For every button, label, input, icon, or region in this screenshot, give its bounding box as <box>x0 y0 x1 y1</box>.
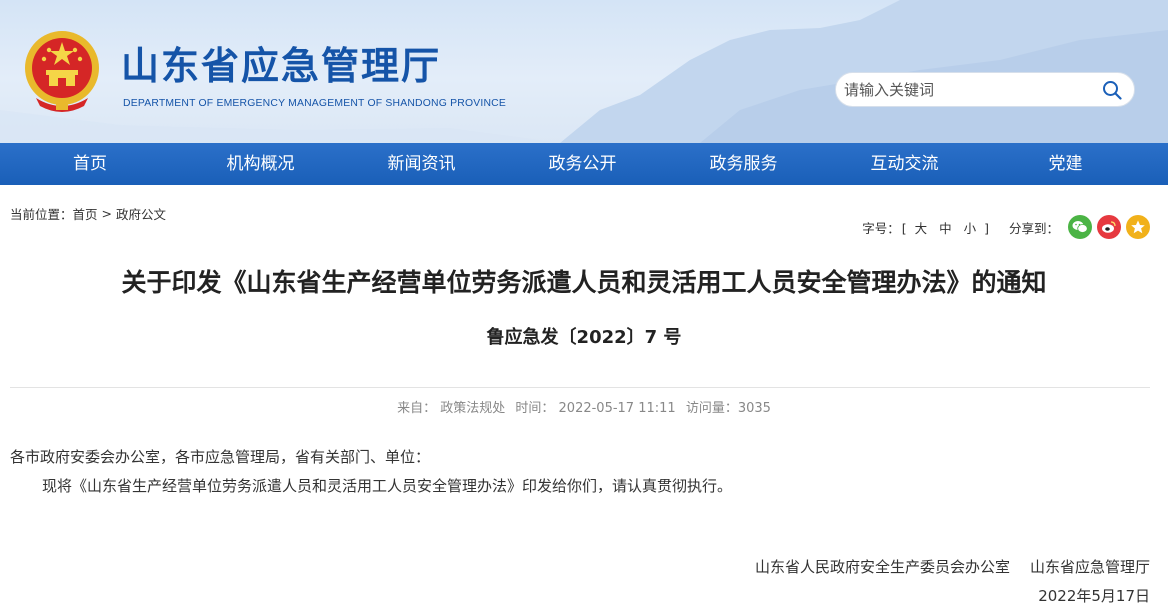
nav-item-organization[interactable]: 机构概况 <box>180 143 341 185</box>
font-size-large-button[interactable]: 大 <box>915 221 928 236</box>
meta-time-label: 时间： <box>515 401 555 416</box>
meta-source-label: 来自： <box>397 401 437 416</box>
font-size-small-button[interactable]: 小 <box>964 221 977 236</box>
signature-org-1: 山东省人民政府安全生产委员会办公室 <box>754 558 1010 576</box>
font-size-open-bracket: [ <box>901 220 907 236</box>
breadcrumb-separator: > <box>101 206 113 221</box>
font-size-medium-button[interactable]: 中 <box>939 221 952 236</box>
font-size-label: 字号： <box>862 220 900 236</box>
document-number: 鲁应急发〔2022〕7 号 <box>486 327 682 348</box>
signature-org-2: 山东省应急管理厅 <box>1029 558 1150 576</box>
wechat-share-icon[interactable] <box>1068 215 1092 239</box>
nav-item-interaction[interactable]: 互动交流 <box>824 143 985 185</box>
signature-date: 2022年5月17日 <box>1038 587 1150 605</box>
national-emblem-icon <box>25 31 99 112</box>
search-box <box>835 72 1135 107</box>
nav-item-party-building[interactable]: 党建 <box>985 143 1146 185</box>
weibo-share-icon[interactable] <box>1097 215 1121 239</box>
article-salutation: 各市政府安委会办公室，各市应急管理局，省有关部门、单位： <box>10 448 431 466</box>
divider <box>10 387 1150 388</box>
article-body: 各市政府安委会办公室，各市应急管理局，省有关部门、单位： 现将《山东省生产经营单… <box>10 443 1150 501</box>
nav-item-government-services[interactable]: 政务服务 <box>663 143 824 185</box>
nav-item-news[interactable]: 新闻资讯 <box>341 143 502 185</box>
breadcrumb-home-link[interactable]: 首页 <box>73 204 98 223</box>
meta-source: 政策法规处 <box>440 401 506 416</box>
search-input[interactable] <box>844 77 1094 103</box>
article-paragraph: 现将《山东省生产经营单位劳务派遣人员和灵活用工人员安全管理办法》印发给你们，请认… <box>42 477 733 495</box>
main-content: 当前位置： 首页 > 政府公文 字号： [ 大 中 小 ] 分享到： 关于印发《… <box>0 185 1168 616</box>
favorite-star-icon[interactable] <box>1126 215 1150 239</box>
share-label: 分享到： <box>1008 220 1059 236</box>
search-icon[interactable] <box>1102 80 1122 100</box>
meta-time: 2022-05-17 11:11 <box>558 401 676 416</box>
breadcrumb: 当前位置： 首页 > 政府公文 <box>10 204 166 223</box>
article-signature: 山东省人民政府安全生产委员会办公室 山东省应急管理厅 2022年5月17日 <box>755 553 1150 611</box>
meta-views-label: 访问量： <box>685 401 738 416</box>
site-subtitle: DEPARTMENT OF EMERGENCY MANAGEMENT OF SH… <box>123 98 506 109</box>
font-size-control: [ 大 中 小 ] <box>902 218 989 237</box>
site-header: 山东省应急管理厅 DEPARTMENT OF EMERGENCY MANAGEM… <box>0 0 1168 143</box>
breadcrumb-label: 当前位置： <box>10 207 73 222</box>
site-title: 山东省应急管理厅 <box>121 44 442 88</box>
nav-item-home[interactable]: 首页 <box>0 143 180 185</box>
main-nav: 首页 机构概况 新闻资讯 政务公开 政务服务 互动交流 党建 <box>0 143 1168 185</box>
meta-views: 3035 <box>737 401 771 416</box>
article-title: 关于印发《山东省生产经营单位劳务派遣人员和灵活用工人员安全管理办法》的通知 <box>121 268 1047 297</box>
breadcrumb-current-link[interactable]: 政府公文 <box>116 204 166 223</box>
font-size-close-bracket: ] <box>984 220 989 236</box>
article-meta: 来自： 政策法规处 时间： 2022-05-17 11:11 访问量：3035 <box>0 397 1168 416</box>
article-tools: 字号： [ 大 中 小 ] 分享到： <box>862 215 1150 239</box>
nav-item-government-affairs[interactable]: 政务公开 <box>502 143 663 185</box>
